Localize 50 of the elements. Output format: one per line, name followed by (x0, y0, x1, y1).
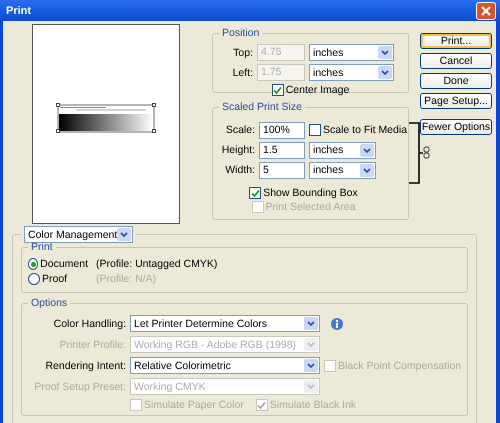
profile-label: (Profile: Untagged CMYK) (96, 258, 218, 270)
field-label: Printer Profile: (58, 338, 126, 350)
group-title: Print (30, 241, 54, 253)
dialog-button[interactable]: Cancel (420, 53, 492, 69)
check-icon (257, 400, 266, 410)
caret-icon (304, 380, 318, 393)
scale-to-fit-checkbox[interactable]: Scale to Fit Media (309, 124, 408, 136)
radio-button[interactable]: Document (28, 258, 88, 270)
close-icon (480, 4, 492, 16)
caret-icon (378, 66, 392, 79)
field-label: Left: (232, 66, 253, 78)
info-icon[interactable] (330, 316, 344, 330)
checkbox[interactable]: Show Bounding Box (205, 187, 402, 199)
field-label: Top: (232, 46, 253, 58)
dropdown[interactable]: Let Printer Determine Colors (130, 315, 320, 332)
group-title: Position (221, 27, 260, 39)
caret-icon (117, 228, 132, 241)
dialog-button[interactable]: Done (420, 73, 492, 89)
close-button[interactable] (476, 2, 496, 20)
check-icon (273, 86, 282, 94)
group-title: Options (30, 297, 68, 309)
field-label: Rendering Intent: (44, 360, 126, 372)
dialog-button[interactable]: Print... (420, 33, 492, 49)
input-field[interactable]: 1.5 (259, 142, 305, 158)
dialog-button[interactable]: Page Setup... (420, 93, 492, 109)
field-label: Width: (224, 164, 255, 176)
dropdown[interactable]: Relative Colorimetric (130, 357, 320, 374)
field-label: Height: (220, 144, 255, 156)
window-title: Print (6, 4, 32, 16)
caret-icon (378, 46, 392, 59)
caret-icon (360, 164, 374, 176)
caret-icon (304, 359, 318, 372)
profile-label: (Profile: N/A) (96, 273, 156, 285)
section-dropdown[interactable]: Color Management (24, 226, 133, 243)
caret-icon (304, 338, 318, 351)
radio-button[interactable]: Proof (28, 273, 88, 285)
center-image-checkbox[interactable]: Center Image (219, 84, 402, 96)
check-icon (250, 188, 260, 198)
field-label: Color Handling: (52, 318, 126, 330)
unit-dropdown[interactable]: inches (309, 142, 376, 158)
unit-dropdown[interactable]: inches (309, 162, 376, 178)
caret-icon (304, 317, 318, 330)
input-field[interactable]: 100% (259, 122, 305, 138)
dialog-button[interactable]: Fewer Options (420, 119, 492, 135)
caret-icon (360, 144, 374, 156)
print-preview-drawing[interactable] (56, 103, 156, 133)
group-title: Scaled Print Size (221, 101, 303, 113)
field-label: Proof Setup Preset: (33, 380, 126, 392)
input-field[interactable]: 5 (259, 162, 305, 178)
field-label: Scale: (224, 124, 255, 136)
